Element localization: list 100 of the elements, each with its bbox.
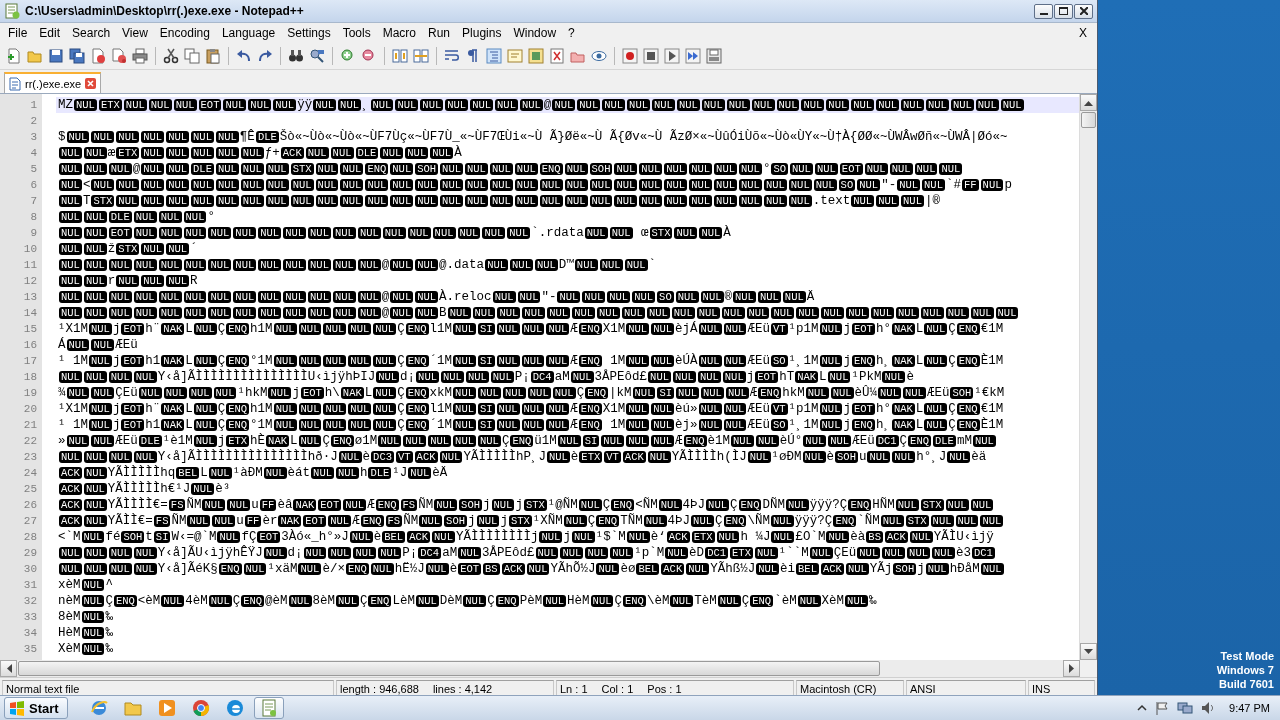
code-text: ÇEü [833, 545, 857, 561]
code-text: j [112, 401, 121, 417]
scroll-left-button[interactable] [0, 660, 17, 677]
speaker-icon[interactable] [1201, 701, 1216, 715]
menu-item[interactable]: Settings [281, 25, 337, 40]
line-number: 31 [22, 578, 38, 593]
control-character: NUL [453, 355, 476, 367]
save-macro-icon[interactable] [706, 47, 722, 64]
control-character: NUL [83, 291, 107, 303]
control-character: NUL [268, 387, 292, 399]
print-icon[interactable] [132, 47, 148, 64]
control-character: NUL [408, 467, 432, 479]
control-character: NUL [689, 195, 713, 207]
control-character: NUL [902, 387, 926, 399]
control-character: NUL [263, 547, 287, 559]
close-tab-icon[interactable] [85, 78, 97, 89]
menu-item[interactable]: View [116, 25, 154, 40]
control-character: NUL [458, 547, 482, 559]
save-icon[interactable] [48, 47, 64, 64]
line-number: 30 [22, 562, 38, 577]
menu-item[interactable]: Search [66, 25, 117, 40]
menu-item[interactable]: Macro [376, 25, 422, 40]
control-character: NUL [158, 307, 182, 319]
menu-item[interactable]: Edit [33, 25, 67, 40]
control-character: SI [657, 387, 675, 399]
paste-icon[interactable] [205, 47, 221, 64]
minimize-button[interactable] [1034, 3, 1053, 19]
line-ending-label: Macintosh (CR) [800, 683, 877, 695]
control-character: NUL [233, 291, 257, 303]
code-text: @ [381, 305, 390, 321]
control-character: NUL [215, 163, 239, 175]
record-icon[interactable] [622, 47, 638, 64]
menu-item[interactable]: Plugins [456, 25, 508, 40]
zoom-in-icon[interactable] [340, 47, 356, 64]
close-document-button[interactable]: X [1071, 25, 1095, 40]
code-text: 3Àó«_h°»J [281, 529, 349, 545]
code-text: L [185, 401, 193, 417]
code-text: èä [971, 449, 987, 465]
word-wrap-icon[interactable] [444, 47, 460, 64]
close-file-icon[interactable] [90, 47, 106, 64]
control-character: NUL [722, 371, 746, 383]
sync-horizontal-icon[interactable] [413, 47, 429, 64]
menu-item[interactable]: File [2, 25, 34, 40]
code-text: Y‹å]ÃÌÌÌÌÌÌÌÌÌÌÌÌÌÌÌU‹ìjÿhÞIJ [157, 369, 376, 385]
code-text: T [82, 193, 91, 209]
control-character: NUL [714, 195, 737, 207]
show-hidden-icons-icon[interactable] [1137, 703, 1148, 713]
control-character: NUL [790, 163, 813, 175]
scrollbar-thumb[interactable] [1081, 112, 1096, 128]
play-icon[interactable] [664, 47, 680, 64]
menu-item[interactable]: Encoding [153, 25, 216, 40]
redo-icon[interactable] [257, 47, 273, 64]
control-character: BS [866, 531, 883, 543]
scroll-right-button[interactable] [1063, 660, 1080, 677]
menu-item[interactable]: Tools [336, 25, 377, 40]
control-character: ENQ [510, 435, 534, 447]
control-character: NUL [243, 563, 267, 575]
code-text: Æ [367, 497, 375, 513]
scroll-down-button[interactable] [1080, 643, 1097, 660]
indent-guide-icon[interactable] [486, 47, 502, 64]
code-text: èÚ° [779, 433, 803, 449]
menu-item[interactable]: Language [215, 25, 282, 40]
undo-icon[interactable] [236, 47, 252, 64]
control-character: NUL [59, 307, 82, 319]
scroll-up-button[interactable] [1080, 94, 1097, 111]
maximize-button[interactable] [1054, 3, 1073, 19]
save-all-icon[interactable] [69, 47, 85, 64]
control-character: NUL [283, 307, 307, 319]
sync-vertical-icon[interactable] [392, 47, 408, 64]
vertical-scrollbar[interactable] [1079, 94, 1097, 660]
new-file-icon[interactable] [6, 47, 22, 64]
control-character: NUL [924, 403, 948, 415]
binoculars-icon[interactable] [288, 47, 304, 64]
control-character: NUL [610, 547, 634, 559]
horizontal-scrollbar[interactable] [0, 660, 1080, 677]
control-character: NUL [340, 163, 364, 175]
control-character: NUL [89, 419, 112, 431]
control-character: NUL [173, 99, 197, 111]
find-replace-icon[interactable] [309, 47, 325, 64]
control-character: NUL [340, 195, 364, 207]
copy-icon[interactable] [184, 47, 200, 64]
taskbar-app-button[interactable] [253, 697, 284, 719]
network-icon[interactable] [1177, 701, 1194, 715]
control-character: NUL [676, 99, 700, 111]
menu-item[interactable]: Window [507, 25, 563, 40]
stop-icon[interactable] [643, 47, 659, 64]
menu-item[interactable]: Run [422, 25, 457, 40]
cut-icon[interactable] [163, 47, 179, 64]
zoom-out-icon[interactable] [361, 47, 377, 64]
file-tab[interactable]: rr(.)exe.exe [4, 72, 102, 93]
control-character: NUL [972, 435, 996, 447]
close-button[interactable] [1074, 3, 1093, 19]
control-character: NUL [108, 563, 132, 575]
scrollbar-thumb[interactable] [18, 661, 880, 676]
menu-item[interactable]: ? [562, 25, 581, 40]
play-multiple-icon[interactable] [685, 47, 701, 64]
start-button[interactable]: Start [4, 697, 68, 719]
line-number: 3 [29, 130, 38, 145]
flag-icon[interactable] [1155, 701, 1170, 715]
close-all-icon[interactable] [111, 47, 127, 64]
